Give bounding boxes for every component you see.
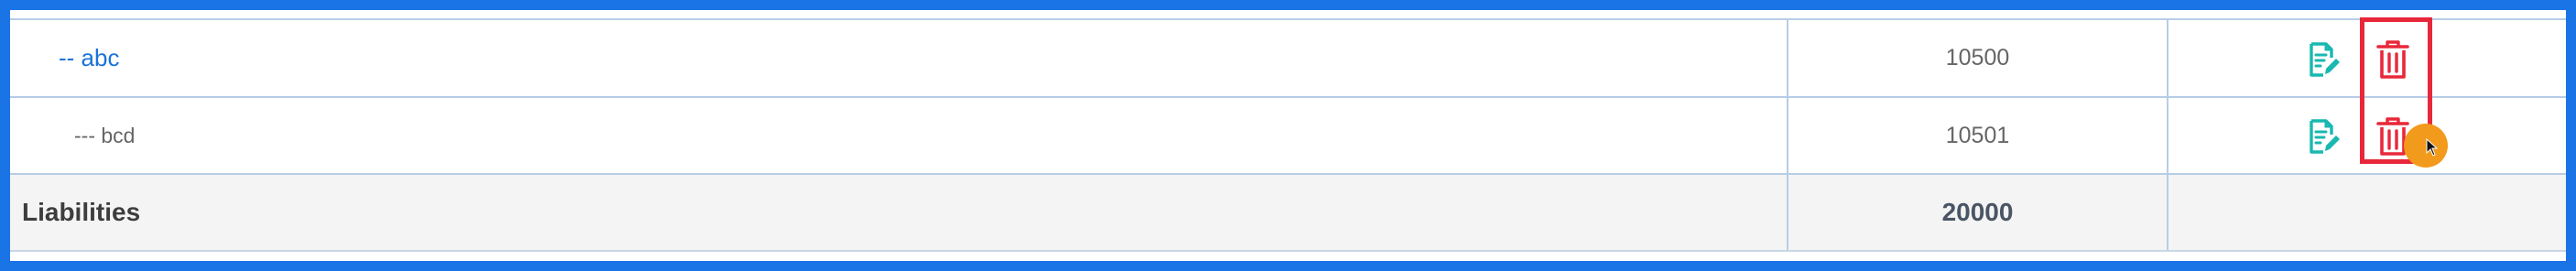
total-actions-cell: [2167, 175, 2566, 250]
account-name-cell: -- abc: [10, 20, 1787, 96]
actions-cell: [2167, 20, 2566, 96]
total-label: Liabilities: [22, 198, 141, 226]
table-row: --- bcd 10501: [10, 98, 2566, 175]
total-code: 20000: [1941, 198, 2014, 226]
total-row: Liabilities 20000: [10, 175, 2566, 252]
table-row: -- abc 10500: [10, 18, 2566, 98]
edit-document-icon[interactable]: [2309, 41, 2340, 78]
trash-icon[interactable]: [2376, 39, 2409, 80]
account-code-cell: 10501: [1787, 98, 2167, 173]
account-code: 10501: [1945, 122, 2010, 148]
total-name-cell: Liabilities: [10, 175, 1787, 250]
account-name-link[interactable]: -- abc: [10, 44, 119, 72]
mouse-pointer-icon: [2426, 138, 2439, 157]
account-name: --- bcd: [74, 123, 136, 147]
total-code-cell: 20000: [1787, 175, 2167, 250]
account-name-cell: --- bcd: [10, 98, 1787, 173]
actions-cell: [2167, 98, 2566, 173]
accounts-table: -- abc 10500 --- bcd 10501 Liabilities 2…: [10, 10, 2566, 261]
account-code: 10500: [1945, 45, 2010, 70]
edit-document-icon[interactable]: [2309, 118, 2340, 155]
account-code-cell: 10500: [1787, 20, 2167, 96]
